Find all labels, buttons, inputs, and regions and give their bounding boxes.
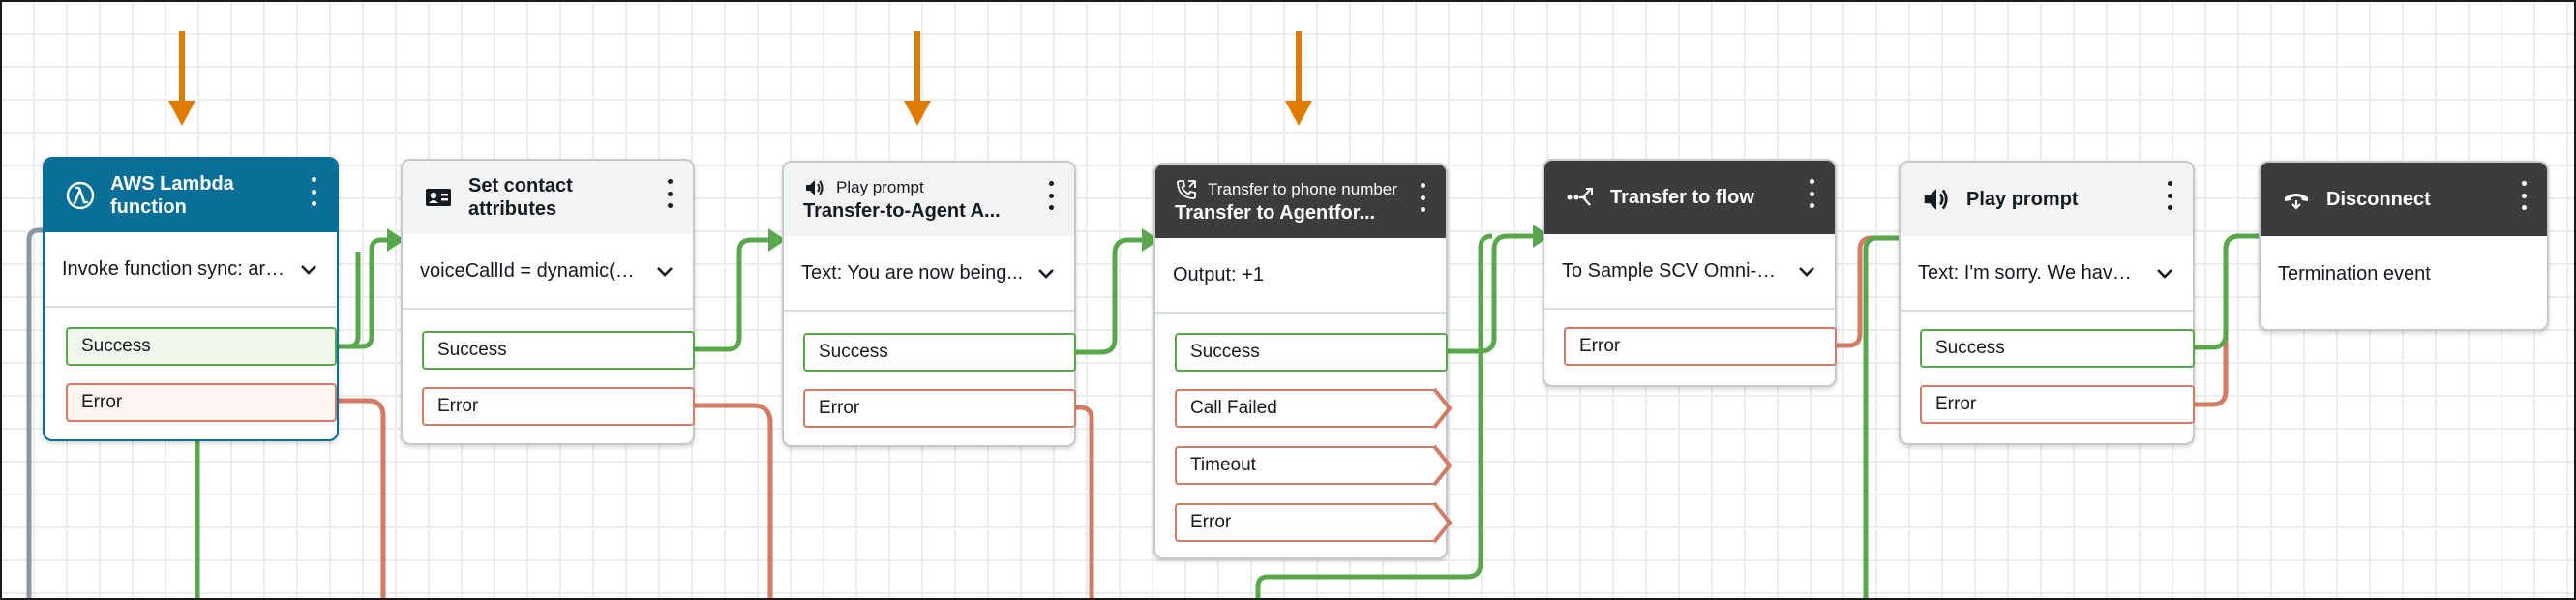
speaker-icon — [1920, 183, 1953, 216]
summary-text: Text: I'm sorry. We have ... — [1918, 261, 2142, 284]
branch-timeout[interactable]: Timeout — [1175, 446, 1436, 485]
contact-card-icon — [422, 181, 455, 214]
block-summary[interactable]: voiceCallId = dynamic(Ext... — [403, 234, 693, 310]
wire-b3-success — [1074, 237, 1146, 355]
branch-error[interactable]: Error — [803, 389, 1076, 428]
hang-up-icon — [2280, 183, 2313, 216]
more-options-icon[interactable] — [304, 174, 323, 209]
block-header[interactable]: Play prompt — [1901, 163, 2193, 236]
block-title: AWS Lambda function — [110, 173, 234, 218]
wire-b3-error — [1074, 405, 1094, 600]
phone-transfer-icon — [1175, 178, 1198, 201]
branch-success[interactable]: Success — [422, 331, 695, 370]
summary-text: Output: +1 — [1173, 263, 1264, 285]
branch-error[interactable]: Error — [422, 387, 695, 426]
branch-error[interactable]: Error — [1920, 385, 2195, 424]
branch-success[interactable]: Success — [803, 333, 1076, 372]
block-title: Transfer-to-Agent A... — [803, 200, 1001, 222]
block-title: Play prompt — [1966, 189, 2079, 210]
branch-success[interactable]: Success — [1175, 333, 1448, 372]
indicator-arrow-3 — [1285, 31, 1312, 126]
block-header[interactable]: Transfer to flow — [1544, 161, 1835, 234]
chevron-down-icon[interactable] — [298, 258, 319, 280]
block-header[interactable]: Transfer to phone number Transfer to Age… — [1155, 165, 1446, 238]
wire-b1-error — [335, 398, 386, 600]
block-summary[interactable]: Text: You are now being... — [784, 236, 1074, 312]
summary-text: Text: You are now being... — [801, 261, 1024, 284]
wire-b4-success — [1446, 233, 1537, 354]
wire-b1-success — [335, 237, 391, 349]
more-options-icon[interactable] — [1413, 180, 1432, 215]
branch-error[interactable]: Error — [1175, 503, 1436, 542]
block-transfer-to-flow[interactable]: Transfer to flow To Sample SCV Omni-Ch..… — [1543, 159, 1837, 387]
block-type: Play prompt — [836, 178, 924, 196]
block-type: Transfer to phone number — [1208, 180, 1397, 198]
block-summary[interactable]: Output: +1 — [1155, 238, 1446, 314]
block-header[interactable]: Play prompt Transfer-to-Agent A... — [784, 163, 1074, 236]
lambda-icon — [64, 179, 97, 212]
block-play-prompt[interactable]: Play prompt Text: I'm sorry. We have ...… — [1899, 161, 2195, 445]
block-aws-lambda-function[interactable]: AWS Lambda function Invoke function sync… — [43, 157, 339, 441]
wire-b6-success — [2193, 233, 2261, 350]
chevron-down-icon[interactable] — [1035, 262, 1057, 284]
more-options-icon[interactable] — [2160, 178, 2179, 213]
block-summary[interactable]: Text: I'm sorry. We have ... — [1901, 236, 2193, 312]
more-options-icon[interactable] — [1802, 176, 1821, 211]
branch-success[interactable]: Success — [1920, 329, 2195, 368]
speaker-icon — [803, 176, 826, 199]
more-options-icon[interactable] — [660, 176, 679, 211]
block-title: Transfer to Agentfor... — [1175, 202, 1376, 224]
block-summary[interactable]: Invoke function sync: arn... — [45, 232, 337, 308]
block-transfer-to-phone-number[interactable]: Transfer to phone number Transfer to Age… — [1153, 163, 1453, 559]
summary-text: To Sample SCV Omni-Ch... — [1562, 259, 1784, 282]
branch-success[interactable]: Success — [66, 327, 337, 366]
chevron-down-icon[interactable] — [654, 260, 675, 282]
block-title: Transfer to flow — [1610, 187, 1754, 208]
branch-error[interactable]: Error — [66, 383, 337, 422]
summary-text: voiceCallId = dynamic(Ext... — [420, 259, 643, 282]
chevron-down-icon[interactable] — [2154, 262, 2175, 284]
indicator-arrow-1 — [168, 31, 195, 126]
summary-text: Invoke function sync: arn... — [62, 257, 286, 280]
summary-text: Termination event — [2278, 262, 2431, 285]
branch-call-failed[interactable]: Call Failed — [1175, 389, 1436, 428]
block-set-contact-attributes[interactable]: Set contact attributes voiceCallId = dyn… — [401, 159, 695, 445]
wire-b5-error — [1835, 235, 1904, 348]
wire-b2-success — [693, 237, 772, 352]
block-title: Set contact attributes — [468, 175, 573, 220]
block-title: Disconnect — [2326, 189, 2431, 210]
unconnected-branch-markers — [1432, 387, 1453, 544]
block-header[interactable]: AWS Lambda function — [45, 159, 337, 232]
block-summary[interactable]: Termination event — [2261, 236, 2547, 312]
flow-transfer-icon — [1564, 181, 1597, 214]
more-options-icon[interactable] — [2514, 178, 2533, 213]
block-header[interactable]: Disconnect — [2261, 163, 2547, 236]
more-options-icon[interactable] — [1041, 178, 1061, 213]
block-header[interactable]: Set contact attributes — [403, 161, 693, 234]
block-disconnect[interactable]: Disconnect Termination event — [2259, 161, 2549, 331]
chevron-down-icon[interactable] — [1796, 260, 1817, 282]
block-play-prompt-transfer[interactable]: Play prompt Transfer-to-Agent A... Text:… — [782, 161, 1076, 447]
block-summary[interactable]: To Sample SCV Omni-Ch... — [1544, 234, 1835, 310]
wire-b2-error — [693, 403, 773, 600]
branch-error[interactable]: Error — [1564, 327, 1837, 366]
indicator-arrow-2 — [904, 31, 931, 126]
